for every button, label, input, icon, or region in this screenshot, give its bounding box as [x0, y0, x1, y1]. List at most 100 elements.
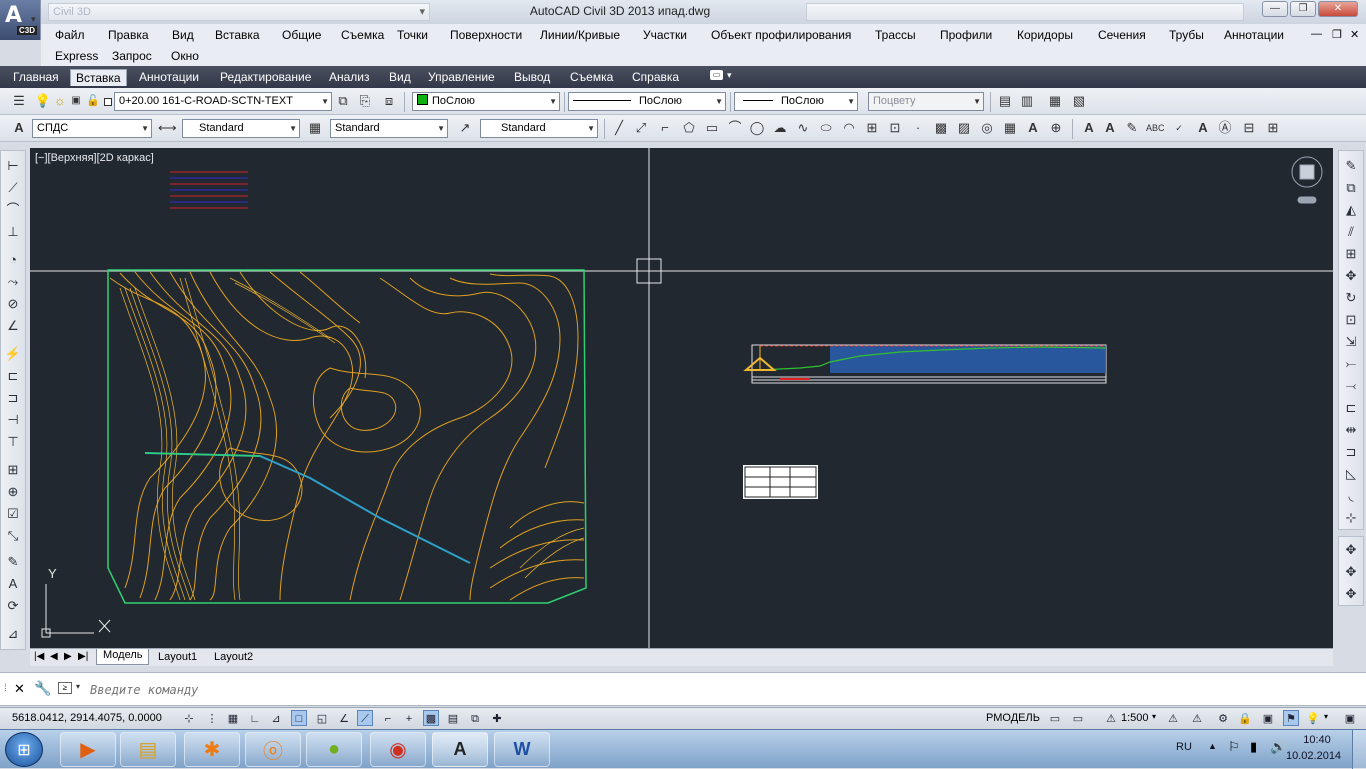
- menu-surfaces[interactable]: Поверхности: [450, 28, 522, 42]
- taskbar-app-ball[interactable]: ●: [306, 732, 362, 767]
- make-current-layer-icon[interactable]: ⧉: [334, 92, 352, 110]
- next-layout-icon[interactable]: ▶: [64, 651, 72, 662]
- mleader-style-select[interactable]: Standard ▼: [480, 119, 598, 138]
- offset-icon[interactable]: ⫽: [1342, 223, 1360, 241]
- inspection-icon[interactable]: ☑: [4, 505, 22, 523]
- menu-alignments[interactable]: Трассы: [875, 28, 916, 42]
- grid-display-icon[interactable]: ▦: [225, 710, 241, 726]
- taskbar-odnoklassniki[interactable]: ⓞ: [245, 732, 301, 767]
- model-space-toggle[interactable]: РМОДЕЛЬ: [986, 712, 1040, 724]
- make-block-icon[interactable]: ⊡: [886, 119, 904, 137]
- network-icon[interactable]: ⚐: [1228, 739, 1240, 755]
- break-icon[interactable]: ⊏: [1342, 399, 1360, 417]
- tab-help[interactable]: Справка: [627, 69, 684, 86]
- viewport-freeze-icon[interactable]: ▣: [67, 92, 85, 110]
- tab-layout1[interactable]: Layout1: [158, 651, 197, 663]
- close-icon[interactable]: ✕: [14, 681, 25, 697]
- taskbar-civil3d[interactable]: A: [432, 732, 488, 767]
- arc-length-icon[interactable]: ⌒: [4, 201, 22, 219]
- properties-icon[interactable]: ▤: [996, 92, 1014, 110]
- text-style-select[interactable]: СПДС ▼: [32, 119, 152, 138]
- convert-space-icon[interactable]: ⊞: [1264, 119, 1282, 137]
- show-hidden-icons[interactable]: ▲: [1208, 741, 1217, 751]
- menu-profiles[interactable]: Профили: [940, 28, 992, 42]
- menu-survey[interactable]: Съемка: [341, 28, 384, 42]
- text-style-dialog-icon[interactable]: A: [1194, 119, 1212, 137]
- break-at-point-icon[interactable]: ⊐: [1342, 443, 1360, 461]
- jogged-dimension-icon[interactable]: ⤳: [4, 273, 22, 291]
- dynamic-input-icon[interactable]: ⌐: [380, 710, 396, 726]
- dimension-update-icon[interactable]: ⟳: [4, 597, 22, 615]
- sheet-set-icon[interactable]: ▧: [1070, 92, 1088, 110]
- isolate-objects-icon[interactable]: ⚑: [1283, 710, 1299, 726]
- find-replace-icon[interactable]: ABC: [1146, 119, 1165, 137]
- layer-properties-icon[interactable]: ☰: [10, 92, 28, 110]
- tab-home[interactable]: Главная: [8, 69, 64, 86]
- hatch-icon[interactable]: ▩: [932, 119, 950, 137]
- dimension-text-edit-icon[interactable]: A: [4, 575, 22, 593]
- clock-time[interactable]: 10:40: [1297, 734, 1337, 746]
- tolerance-icon[interactable]: ⊞: [4, 461, 22, 479]
- ortho-mode-icon[interactable]: ∟: [247, 710, 263, 726]
- scale-icon[interactable]: ⊡: [1342, 311, 1360, 329]
- tab-annotations[interactable]: Аннотации: [134, 69, 204, 86]
- move-icon[interactable]: ✥: [1342, 267, 1360, 285]
- edit-text-icon[interactable]: ✎: [1123, 119, 1141, 137]
- menu-pipes[interactable]: Трубы: [1169, 28, 1204, 42]
- dimension-space-icon[interactable]: ⊣: [4, 411, 22, 429]
- taskbar-word[interactable]: W: [494, 732, 550, 767]
- text-style-icon[interactable]: A: [10, 119, 28, 137]
- wrench-icon[interactable]: 🔧: [34, 680, 51, 697]
- menu-general[interactable]: Общие: [282, 28, 321, 42]
- command-prompt-icon[interactable]: ≥: [58, 682, 72, 694]
- table-icon[interactable]: ▦: [1001, 119, 1019, 137]
- dim-style-select[interactable]: Standard ▼: [182, 119, 300, 138]
- infer-constraints-icon[interactable]: ⊹: [181, 710, 197, 726]
- chamfer-icon[interactable]: ◺: [1342, 465, 1360, 483]
- menu-edit[interactable]: Правка: [108, 28, 149, 42]
- design-center-icon[interactable]: ▥: [1018, 92, 1036, 110]
- menu-window[interactable]: Окно: [171, 49, 199, 63]
- line-icon[interactable]: ╱: [610, 119, 628, 137]
- diameter-dimension-icon[interactable]: ⊘: [4, 295, 22, 313]
- quick-view-layouts-icon[interactable]: ▭: [1047, 710, 1063, 726]
- multiline-text-icon[interactable]: A: [1024, 119, 1042, 137]
- tab-insert[interactable]: Вставка: [70, 69, 127, 86]
- quick-dimension-icon[interactable]: ⚡: [4, 345, 22, 363]
- taskbar-media-player[interactable]: ▶: [60, 732, 116, 767]
- taskbar-explorer[interactable]: ▤: [120, 732, 176, 767]
- show-desktop-button[interactable]: [1352, 730, 1366, 769]
- center-mark-icon[interactable]: ⊕: [4, 483, 22, 501]
- volume-icon[interactable]: 🔊: [1270, 739, 1286, 755]
- lock-icon[interactable]: 🔒: [1237, 710, 1253, 726]
- snap-mode-icon[interactable]: ⋮: [204, 710, 220, 726]
- chevron-down-icon[interactable]: ▾: [1324, 712, 1328, 721]
- jogged-linear-icon[interactable]: ⤡: [4, 527, 22, 545]
- menu-express[interactable]: Express: [55, 49, 98, 63]
- search-box[interactable]: [806, 3, 1244, 21]
- lightbulb-icon[interactable]: 💡: [34, 92, 52, 110]
- annotation-visibility-icon[interactable]: ⚠: [1165, 710, 1181, 726]
- language-indicator[interactable]: RU: [1176, 741, 1192, 753]
- signal-icon[interactable]: ▮: [1250, 739, 1257, 755]
- object-snap-icon[interactable]: □: [291, 710, 307, 726]
- start-button[interactable]: ⊞: [5, 732, 43, 767]
- color-select[interactable]: ПоСлою ▼: [412, 92, 560, 111]
- menu-sections[interactable]: Сечения: [1098, 28, 1146, 42]
- region-icon[interactable]: ◎: [978, 119, 996, 137]
- trim-icon[interactable]: ⤚: [1342, 355, 1360, 373]
- annotation-scale-icon[interactable]: ⚠: [1103, 710, 1119, 726]
- polar-tracking-icon[interactable]: ⊿: [268, 710, 284, 726]
- snap-move-icon[interactable]: ✥: [1342, 541, 1360, 559]
- first-layout-icon[interactable]: |◀: [34, 651, 44, 662]
- ellipse-arc-icon[interactable]: ◠: [840, 119, 858, 137]
- quick-view-drawings-icon[interactable]: ▭: [1070, 710, 1086, 726]
- transparency-icon[interactable]: ▩: [423, 710, 439, 726]
- insert-block-icon[interactable]: ⊞: [863, 119, 881, 137]
- chevron-down-icon[interactable]: ▾: [727, 70, 732, 81]
- justify-text-icon[interactable]: ⊟: [1240, 119, 1258, 137]
- spline-icon[interactable]: ∿: [794, 119, 812, 137]
- mirror-icon[interactable]: ◭: [1342, 201, 1360, 219]
- menu-annotations[interactable]: Аннотации: [1224, 28, 1284, 42]
- table-style-select[interactable]: Standard ▼: [330, 119, 448, 138]
